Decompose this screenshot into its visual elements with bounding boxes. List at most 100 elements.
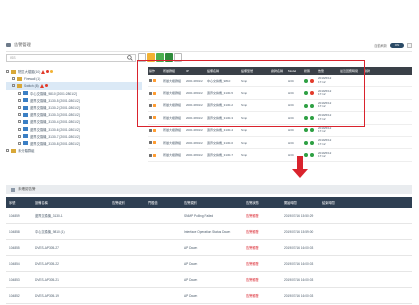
grid-cell: 邊界交換機_3130-4: [207, 128, 234, 133]
search-icon[interactable]: [127, 55, 133, 61]
delete-icon[interactable]: [153, 153, 156, 157]
alarm-cell: 104859: [9, 213, 20, 218]
tree-node[interactable]: 中心交換機_9810 [2001:2801/2]: [6, 90, 142, 97]
alarm-cell: 告警觸發: [246, 214, 259, 218]
tree-node-label: 邊界交換機_3130-3 [2001:2801/2]: [30, 113, 80, 118]
alarm-cell: 104855: [9, 245, 20, 250]
alarm-column-header[interactable]: 開始時間: [281, 200, 319, 205]
alarm-cell: AP Down: [184, 277, 198, 282]
divider: [6, 51, 412, 52]
delete-icon[interactable]: [153, 141, 156, 145]
alarm-row[interactable]: 104853 DVES-AP305-21 AP Down 告警觸發 2019/07/16…: [6, 272, 412, 288]
grid-cell: 所屬大樓群組: [163, 140, 182, 145]
alarm-cell: 2019/07/16 16:00:03: [284, 245, 314, 250]
alarm-cell: AP Down: [184, 293, 198, 298]
delete-icon[interactable]: [153, 128, 156, 132]
grid-cell: 邊界交換機_3130-7: [207, 153, 234, 158]
alarm-table-body: 104859 邊界交換機_3130-1 SNMP Polling Failed 告警觸…: [6, 208, 412, 304]
warning-icon: [41, 69, 46, 74]
status-lamp-icon: [304, 140, 308, 145]
expand-toggle-icon[interactable]: [18, 141, 21, 145]
alarm-column-header[interactable]: 告警類別: [181, 200, 243, 205]
tree-node[interactable]: 邊界交換機_3130-4 [2001:2801/2]: [6, 118, 142, 125]
edit-icon[interactable]: [149, 141, 152, 145]
alarm-row[interactable]: 104854 DVES-AP305-22 AP Down 告警觸發 2019/07/16…: [6, 256, 412, 272]
auto-refresh-toggle[interactable]: ON: [390, 42, 404, 48]
grid-row[interactable]: 所屬大樓群組 2001:2801/2 邊界交換機_3130-7 Smp H3C 2019/…: [148, 149, 412, 162]
tree-node[interactable]: 邊界交換機_3130-7 [2001:2801/2]: [6, 133, 142, 140]
grid-cell: 邊界交換機_3130-6: [207, 140, 234, 145]
alarm-column-header[interactable]: 門檻值: [145, 200, 181, 205]
tree-node[interactable]: 邊界交換機_3130-8 [2001:2801/2]: [6, 140, 142, 147]
status-dot-icon: [44, 84, 48, 88]
tree-node[interactable]: 未分類群組: [6, 147, 142, 154]
expand-toggle-icon[interactable]: [18, 127, 21, 131]
alarm-cell: 104854: [9, 261, 20, 266]
edit-icon[interactable]: [149, 153, 152, 157]
alarm-cell: AP Down: [184, 261, 198, 266]
window-control-button[interactable]: [407, 42, 412, 48]
status-dot-icon: [50, 70, 54, 74]
grid-cell: Smp: [241, 140, 248, 145]
alarm-cell: 2019/07/16 16:00:03: [284, 277, 314, 282]
tree-node[interactable]: 邊界交換機_3130-3 [2001:2801/2]: [6, 111, 142, 118]
grid-row[interactable]: 所屬大樓群組 2001:2801/2 邊界交換機_3130-6 Smp H3C 2019/…: [148, 137, 412, 150]
grid-cell: 2001:2801/2: [186, 153, 203, 158]
row-actions: [148, 153, 162, 157]
tree-node[interactable]: 院區大樓圖(10): [6, 68, 142, 75]
search-input[interactable]: ISS: [6, 54, 136, 62]
expand-toggle-icon[interactable]: [18, 98, 21, 102]
tree-node-label: 邊界交換機_3130-7 [2001:2801/2]: [30, 134, 80, 139]
expand-toggle-icon[interactable]: [6, 149, 9, 153]
expand-toggle-icon[interactable]: [12, 84, 15, 88]
device-icon: [23, 105, 28, 110]
edit-icon[interactable]: [149, 128, 152, 132]
alarm-row[interactable]: 104859 邊界交換機_3130-1 SNMP Polling Failed 告警觸…: [6, 208, 412, 224]
alarm-row[interactable]: 104855 DVES-AP305-27 AP Down 告警觸發 2019/07/16…: [6, 240, 412, 256]
tree-node[interactable]: 邊界交換機_3130-2 [2001:2801/2]: [6, 104, 142, 111]
expand-toggle-icon[interactable]: [18, 120, 21, 124]
expand-toggle-icon[interactable]: [12, 77, 15, 81]
alarm-cell: Interface Operation Status Down: [184, 229, 231, 234]
status-cell: [303, 153, 317, 158]
alarm-column-header[interactable]: 告警級別: [109, 200, 145, 205]
alarm-cell: DVES-AP305-19: [35, 293, 59, 298]
tree-node-label: 未分類群組: [18, 149, 35, 154]
alarm-cell: DVES-AP305-22: [35, 261, 59, 266]
expand-toggle-icon[interactable]: [18, 113, 21, 117]
title-bar-controls: 自動刷新 ON: [374, 42, 412, 48]
status-lamp-icon: [304, 128, 308, 133]
folder-icon: [17, 83, 22, 88]
alarm-column-header[interactable]: 結束時間: [319, 200, 359, 205]
grid-cell: 2001:2801/2: [186, 128, 203, 133]
expand-toggle-icon[interactable]: [18, 91, 21, 95]
alarm-column-header[interactable]: 告警狀態: [243, 200, 281, 205]
device-icon: [23, 134, 28, 139]
expand-toggle-icon[interactable]: [6, 70, 9, 74]
grid-column-header[interactable]: 廠牌: [363, 69, 387, 73]
tree-node-label: 中心交換機_9810 [2001:2801/2]: [30, 91, 77, 96]
warning-icon: [39, 83, 44, 88]
alarm-row[interactable]: 104852 DVES-AP305-19 AP Down 告警觸發 2019/07/16…: [6, 288, 412, 304]
alarm-cell: 中心交換機_9810 (1): [35, 230, 65, 234]
alarm-panel-title: 未確認告警: [18, 187, 36, 191]
tree-node[interactable]: 邊界交換機_3130-5 [2001:2801/2]: [6, 97, 142, 104]
expand-toggle-icon[interactable]: [18, 106, 21, 110]
tree-node[interactable]: Switch (8): [6, 82, 142, 90]
tree-node[interactable]: Firewall (1): [6, 75, 142, 82]
alarm-cell: DVES-AP305-21: [35, 277, 59, 282]
alarm-cell: 2019/07/16 16:00:03: [284, 293, 314, 298]
folder-icon: [11, 148, 16, 153]
tree-node-label: 邊界交換機_3130-8 [2001:2801/2]: [30, 141, 80, 146]
auto-refresh-label: 自動刷新: [374, 43, 387, 48]
alarm-cell: 104852: [9, 293, 20, 298]
status-cell: [303, 128, 317, 133]
alarm-column-header[interactable]: 序號: [6, 200, 32, 205]
alarm-column-header[interactable]: 設備名稱: [32, 200, 109, 205]
alarm-cell: 告警觸發: [246, 294, 259, 298]
expand-toggle-icon[interactable]: [18, 134, 21, 138]
tree-node[interactable]: 邊界交換機_3130-6 [2001:2801/2]: [6, 126, 142, 133]
alarm-row[interactable]: 104858 中心交換機_9810 (1) Interface Operation …: [6, 224, 412, 240]
status-dot-icon: [46, 70, 50, 74]
alarm-manager-icon: [6, 43, 11, 47]
